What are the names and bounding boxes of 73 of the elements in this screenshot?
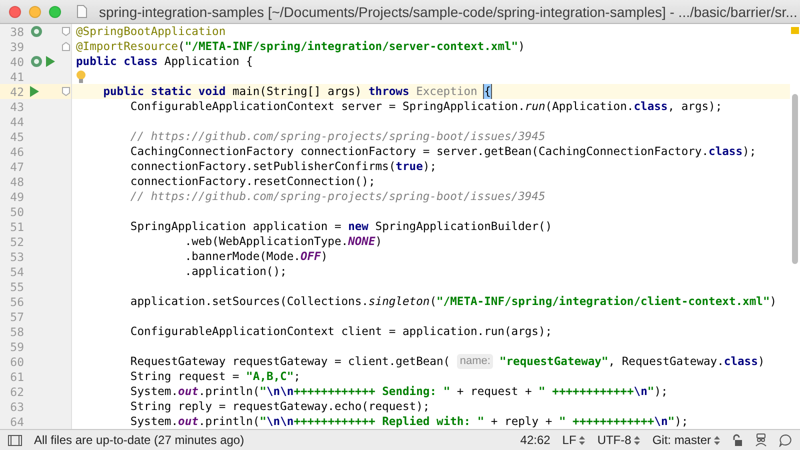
line-number: 43: [9, 100, 24, 114]
warning-marker[interactable]: [791, 27, 799, 34]
up-down-icon: [714, 436, 720, 444]
bean-icon[interactable]: [30, 25, 43, 38]
code-line: .bannerMode(Mode.OFF): [184, 249, 329, 264]
up-down-icon: [579, 436, 586, 444]
git-branch[interactable]: Git: master: [652, 433, 711, 447]
run-icon[interactable]: [30, 86, 39, 97]
code-line: System.out.println("\n\n++++++++++++ Replied with: " + reply + " ++++++++++++\n");: [129, 414, 690, 429]
close-button[interactable]: [9, 6, 21, 18]
line-number: 61: [9, 370, 24, 384]
code-line: .application();: [184, 264, 288, 279]
code-line: // https://github.com/spring-projects/spring-boot/issues/3945: [129, 189, 546, 204]
code-line: System.out.println("\n\n++++++++++++ Sending: " + request + " ++++++++++++\n");: [129, 384, 669, 399]
run-icon[interactable]: [46, 56, 55, 67]
code-line: public class Application {: [75, 54, 254, 69]
scrollbar-thumb[interactable]: [792, 94, 798, 264]
minimize-button[interactable]: [29, 6, 41, 18]
line-number: 58: [9, 324, 24, 338]
line-number: 49: [9, 190, 24, 204]
line-number: 50: [9, 204, 24, 218]
line-number: 64: [9, 414, 24, 428]
code-line: ConfigurableApplicationContext server = SpringApplication.run(Application.class, args);: [129, 99, 724, 114]
line-number: 45: [9, 130, 24, 144]
chat-bubble-icon[interactable]: [779, 434, 792, 446]
line-number: 55: [9, 280, 24, 294]
up-down-icon: [634, 436, 640, 444]
line-number: 46: [9, 144, 24, 158]
window-title: spring-integration-samples [~/Documents/Projects/sample-code/spring-integration-samples] - .../basic/barrier/sr...: [99, 4, 798, 20]
code-line: ConfigurableApplicationContext client = application.run(args);: [129, 324, 554, 339]
status-message: All files are up-to-date (27 minutes ago): [34, 433, 246, 447]
line-number: 53: [9, 250, 24, 264]
bean-icon[interactable]: [30, 55, 43, 68]
caret-position[interactable]: 42:62: [520, 433, 550, 447]
code-line: RequestGateway requestGateway = client.getBean( name: "requestGateway", RequestGateway.class): [129, 354, 766, 369]
line-number: 41: [9, 70, 24, 84]
code-line: public static void main(String[] args) throws Exception {: [102, 84, 492, 99]
panel-toggle-icon[interactable]: [8, 434, 22, 446]
line-number: 59: [9, 340, 24, 354]
line-number: 51: [9, 220, 24, 234]
code-line: String reply = requestGateway.echo(request);: [129, 399, 431, 414]
line-number: 62: [9, 384, 24, 398]
line-number: 54: [9, 264, 24, 278]
line-number: 57: [9, 310, 24, 324]
line-number: 44: [9, 114, 24, 128]
fold-icon[interactable]: [62, 87, 70, 96]
line-number: 63: [9, 400, 24, 414]
line-number: 38: [9, 24, 24, 38]
line-number: 40: [9, 54, 24, 68]
line-number: 47: [9, 160, 24, 174]
line-separator[interactable]: LF: [562, 433, 576, 447]
line-number: 39: [9, 40, 24, 54]
zoom-button[interactable]: [49, 6, 61, 18]
lock-icon[interactable]: [732, 434, 743, 446]
code-line: // https://github.com/spring-projects/spring-boot/issues/3945: [129, 129, 546, 144]
line-number: 48: [9, 174, 24, 188]
line-number: 52: [9, 234, 24, 248]
line-number: 56: [9, 294, 24, 308]
code-line: connectionFactory.resetConnection();: [129, 174, 376, 189]
line-number: 42: [9, 84, 24, 98]
code-line: SpringApplication application = new SpringApplicationBuilder(): [129, 219, 554, 234]
inspector-icon[interactable]: [755, 433, 767, 447]
code-line: .web(WebApplicationType.NONE): [184, 234, 384, 249]
code-line: String request = "A,B,C";: [129, 369, 302, 384]
code-line: CachingConnectionFactory connectionFactory = server.getBean(CachingConnectionFactory.class);: [129, 144, 758, 159]
file-encoding[interactable]: UTF-8: [597, 433, 632, 447]
line-number: 60: [9, 354, 24, 368]
document-icon: [77, 5, 87, 18]
code-line: connectionFactory.setPublisherConfirms(true);: [129, 159, 438, 174]
lightbulb-icon[interactable]: [76, 70, 86, 84]
code-line: @SpringBootApplication: [75, 24, 227, 39]
code-line: application.setSources(Collections.singleton("/META-INF/spring/integration/client-context.xml"): [129, 294, 778, 309]
code-line: @ImportResource("/META-INF/spring/integration/server-context.xml"): [75, 39, 526, 54]
